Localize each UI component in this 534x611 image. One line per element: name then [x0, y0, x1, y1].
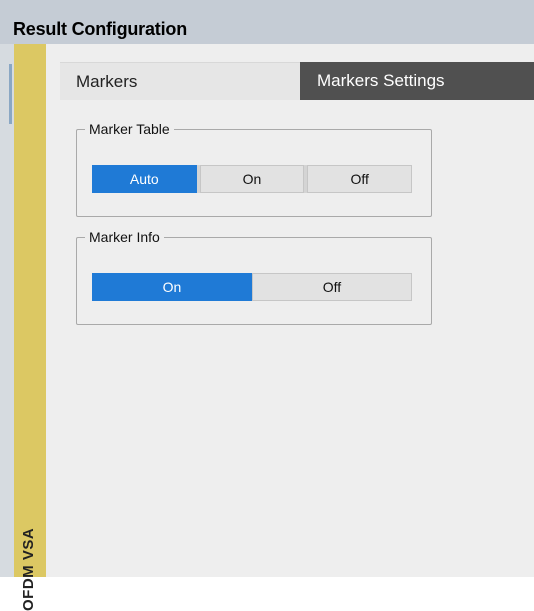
tab-bar: Markers Markers Settings	[60, 62, 534, 100]
marker-table-on-button[interactable]: On	[199, 165, 305, 193]
tab-markers[interactable]: Markers	[60, 62, 300, 100]
marker-info-on-button[interactable]: On	[92, 273, 252, 301]
marker-info-selector: On Off	[92, 273, 412, 301]
marker-info-group: Marker Info On Off	[76, 228, 432, 325]
tab-markers-settings[interactable]: Markers Settings	[300, 62, 534, 100]
side-tab-label: OFDM VSA	[20, 527, 37, 611]
window-title: Result Configuration	[13, 19, 187, 39]
left-edge-strip	[0, 44, 14, 577]
title-bar: Result Configuration	[0, 0, 534, 44]
marker-table-legend: Marker Table	[85, 120, 174, 138]
marker-table-group: Marker Table Auto On Off	[76, 120, 432, 217]
marker-table-auto-button[interactable]: Auto	[92, 165, 197, 193]
marker-table-off-button[interactable]: Off	[307, 165, 413, 193]
marker-info-legend: Marker Info	[85, 228, 164, 246]
dialog-content: Markers Markers Settings Marker Table Au…	[46, 44, 534, 577]
marker-info-off-button[interactable]: Off	[252, 273, 412, 301]
edge-marker	[9, 64, 12, 124]
marker-table-selector: Auto On Off	[92, 165, 413, 193]
side-tab-ofdm-vsa[interactable]: OFDM VSA	[14, 44, 46, 611]
